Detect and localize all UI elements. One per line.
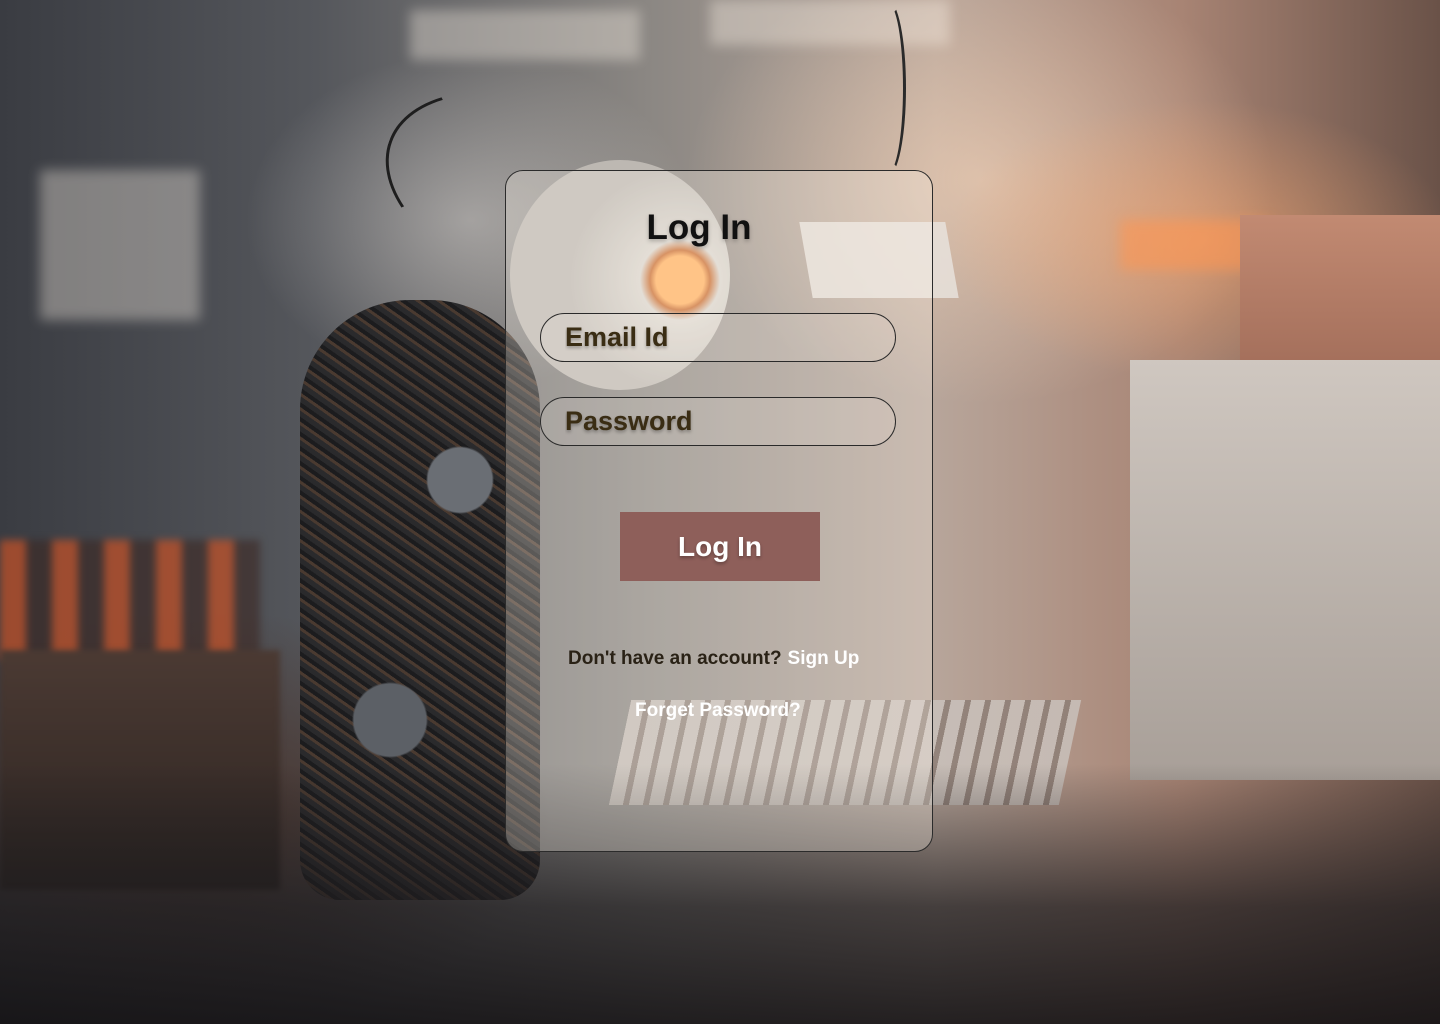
background-shelf: [0, 540, 260, 660]
background-cable: [870, 0, 906, 176]
forgot-password-link[interactable]: Forget Password?: [635, 700, 801, 722]
email-field-wrapper: [540, 313, 896, 362]
page-title: Log In: [646, 208, 752, 247]
password-field-wrapper: [540, 397, 896, 446]
login-card: [505, 170, 933, 852]
email-input[interactable]: [541, 322, 895, 353]
no-account-text: Don't have an account?: [568, 648, 782, 669]
signup-link[interactable]: Sign Up: [788, 648, 860, 669]
background-machine: [1130, 360, 1440, 780]
background-window: [710, 0, 950, 45]
login-button[interactable]: Log In: [620, 512, 820, 581]
signup-prompt: Don't have an account? Sign Up: [568, 648, 859, 670]
password-input[interactable]: [541, 406, 895, 437]
background-window: [410, 10, 640, 60]
